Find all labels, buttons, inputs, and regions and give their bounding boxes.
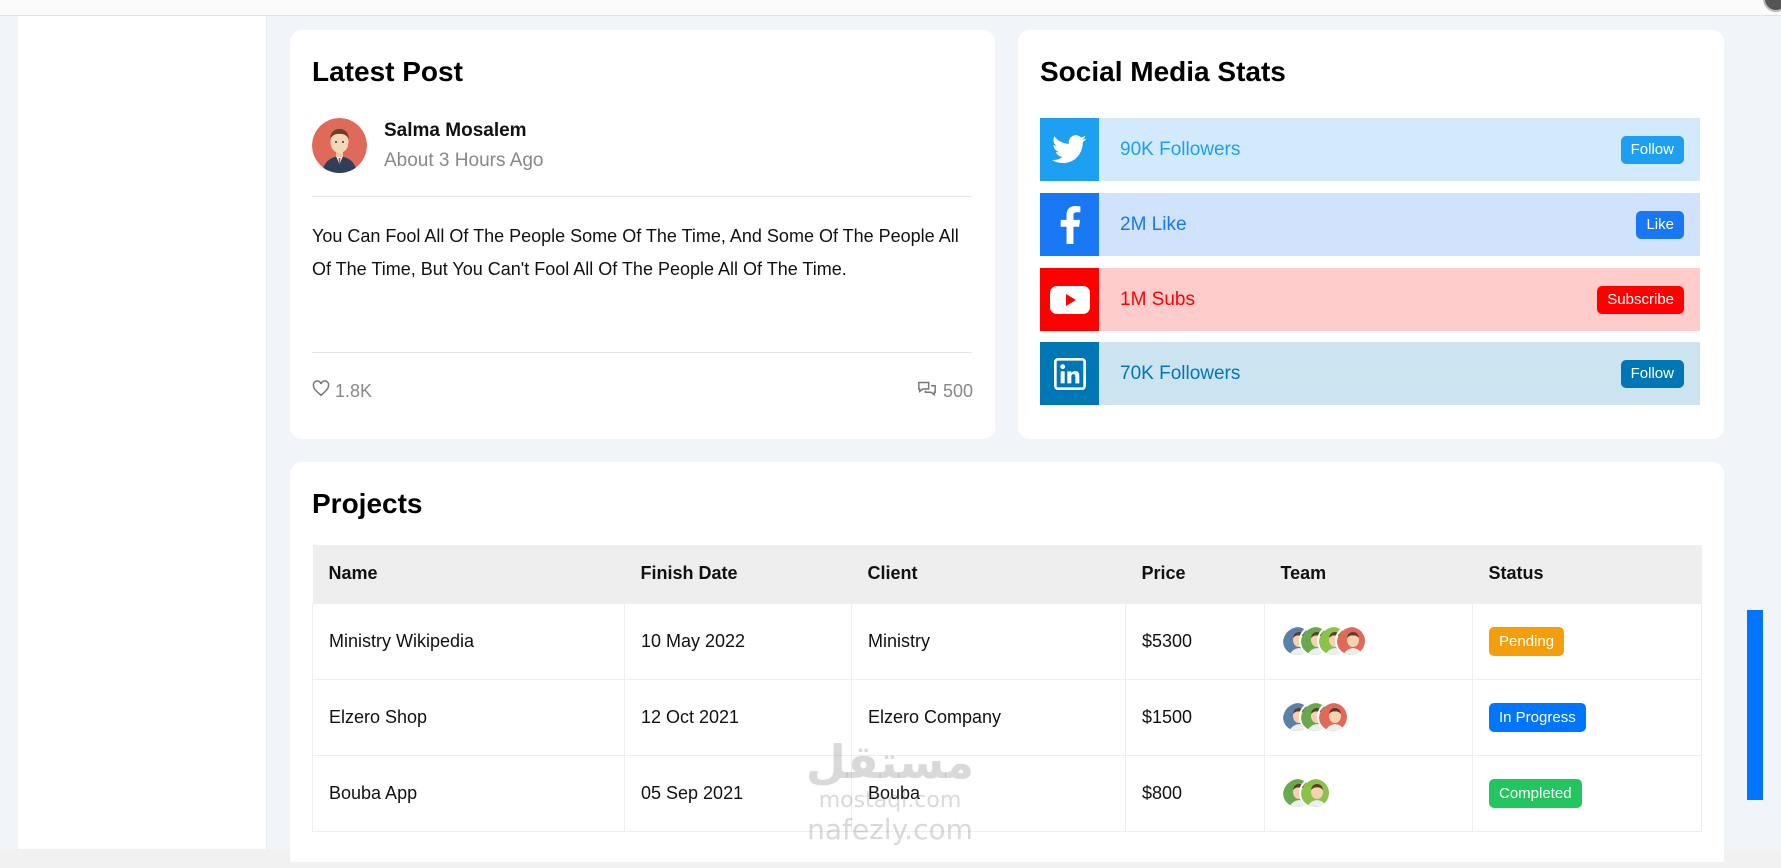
status-badge: Pending [1489,626,1565,656]
twitter-stat: 90K Followers [1120,138,1241,160]
comments-count: 500 [942,381,973,401]
browser-top-bar [0,0,1781,16]
watermark-line2: nafezly.com [807,813,973,846]
column-header-status[interactable]: Status [1473,545,1702,603]
social-row-linkedin: 70K Followers Follow [1040,342,1700,405]
project-status: In Progress [1472,678,1702,756]
twitter-follow-button[interactable]: Follow [1620,135,1684,164]
facebook-icon [1040,193,1099,256]
twitter-icon [1040,118,1099,181]
social-row-youtube: 1M Subs Subscribe [1040,268,1700,331]
project-team [1264,754,1473,832]
author-avatar[interactable] [312,118,367,173]
linkedin-icon [1040,342,1099,405]
column-header-name[interactable]: Name [313,545,625,603]
table-row[interactable]: Bouba App 05 Sep 2021 Bouba $800 Completed [312,754,1702,832]
likes-count: 1.8K [335,380,373,401]
watermark: مستقل mostaql.com nafezly.com [780,735,1000,847]
project-finish-date: 10 May 2022 [624,602,852,680]
latest-post-panel: Latest Post Salma Mosalem About 3 Hours … [290,30,995,439]
project-name: Bouba App [312,754,625,832]
youtube-subscribe-button[interactable]: Subscribe [1597,285,1684,314]
divider [312,196,972,197]
table-header-row: Name Finish Date Client Price Team Statu… [312,545,1702,603]
social-stats-panel: Social Media Stats 90K Followers Follow … [1018,30,1724,439]
social-row-twitter: 90K Followers Follow [1040,118,1700,181]
post-body: You Can Fool All Of The People Some Of T… [312,226,959,279]
team-member-avatar[interactable] [1335,625,1367,657]
post-comments[interactable]: 500 [916,380,973,403]
scrollbar-thumb[interactable] [1747,610,1763,800]
team-member-avatar[interactable] [1317,701,1349,733]
sidebar [18,16,267,849]
project-price: $5300 [1125,602,1265,680]
youtube-stat: 1M Subs [1120,288,1195,310]
team-member-avatar[interactable] [1299,777,1331,809]
projects-title: Projects [312,488,423,519]
column-header-client[interactable]: Client [852,545,1126,603]
facebook-stat: 2M Like [1120,213,1187,235]
window-corner-button[interactable] [1763,0,1781,12]
youtube-icon [1040,268,1099,331]
watermark-line1: mostaql.com [818,788,962,813]
column-header-price[interactable]: Price [1126,545,1265,603]
project-team [1264,678,1473,756]
table-row[interactable]: Ministry Wikipedia 10 May 2022 Ministry $53… [312,602,1702,680]
post-timestamp: About 3 Hours Ago [384,150,544,171]
social-row-facebook: 2M Like Like [1040,193,1700,256]
column-header-team[interactable]: Team [1265,545,1473,603]
project-price: $1500 [1125,678,1265,756]
facebook-like-button[interactable]: Like [1636,210,1684,239]
projects-panel: Projects Name Finish Date Client Price T… [290,462,1724,862]
table-row[interactable]: Elzero Shop 12 Oct 2021 Elzero Company $150… [312,678,1702,756]
project-status: Pending [1472,602,1702,680]
column-header-finish-date[interactable]: Finish Date [625,545,852,603]
linkedin-follow-button[interactable]: Follow [1620,359,1684,388]
project-name: Elzero Shop [312,678,625,756]
project-price: $800 [1125,754,1265,832]
post-likes[interactable]: 1.8K [312,380,372,402]
project-client: Ministry [851,602,1126,680]
project-status: Completed [1472,754,1702,832]
divider [312,352,972,353]
project-team [1264,602,1473,680]
project-name: Ministry Wikipedia [312,602,625,680]
comments-icon [916,380,938,403]
post-author-name[interactable]: Salma Mosalem [384,120,527,142]
watermark-arabic: مستقل [805,735,975,789]
social-stats-title: Social Media Stats [1040,56,1286,87]
page-left-edge [0,16,18,868]
linkedin-stat: 70K Followers [1120,362,1241,384]
heart-icon [312,380,330,402]
projects-table: Name Finish Date Client Price Team Statu… [312,545,1702,832]
status-badge: In Progress [1489,702,1586,732]
latest-post-title: Latest Post [312,56,463,87]
status-badge: Completed [1489,778,1582,808]
